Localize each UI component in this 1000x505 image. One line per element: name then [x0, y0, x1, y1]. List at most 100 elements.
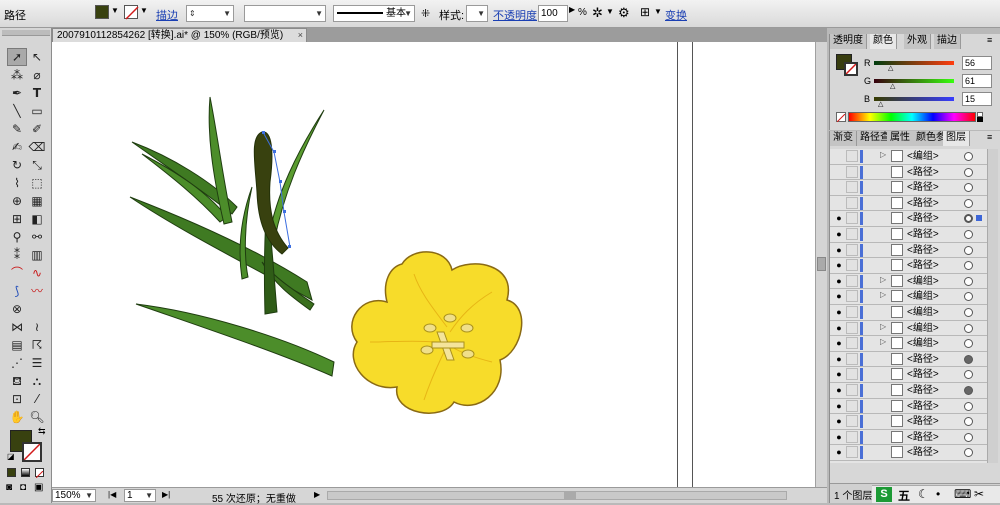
tab-attributes[interactable]: 属性 — [887, 131, 914, 146]
horizontal-scrollbar[interactable] — [327, 491, 787, 500]
layer-row[interactable]: <路径> — [830, 165, 998, 181]
layer-row[interactable]: ● ▷ <编组> — [830, 321, 998, 337]
black-swatch[interactable] — [977, 117, 983, 122]
layer-name[interactable]: <编组> — [907, 149, 939, 164]
target-circle-icon[interactable] — [964, 183, 973, 193]
layer-name[interactable]: <路径> — [907, 165, 939, 180]
punctuation-icon[interactable]: • — [936, 487, 940, 501]
close-icon[interactable]: × — [298, 29, 303, 42]
blend-tool-icon[interactable]: ⚯ — [27, 228, 47, 246]
fill-dropdown-arrow-icon[interactable]: ▼ — [111, 6, 119, 15]
layer-row[interactable]: ▷ <编组> — [830, 149, 998, 165]
visibility-eye-icon[interactable]: ● — [833, 244, 845, 256]
artboard-tool-icon[interactable]: ⊡ — [7, 390, 27, 408]
visibility-eye-icon[interactable]: ● — [833, 212, 845, 224]
visibility-eye-icon[interactable]: ● — [833, 306, 845, 318]
lock-toggle[interactable] — [846, 150, 858, 162]
layer-name[interactable]: <编组> — [907, 289, 939, 304]
recolor-artwork-icon[interactable]: ✲ — [592, 5, 603, 21]
free-transform-tool-icon[interactable]: ⬚ — [27, 174, 47, 192]
chevron-down-icon[interactable]: ▼ — [404, 6, 412, 21]
chevron-down-icon[interactable]: ▼ — [223, 6, 231, 21]
add-anchor-tool-icon[interactable]: ⌒ — [7, 264, 27, 282]
layer-row[interactable]: ● <路径> — [830, 383, 998, 399]
scallop-tool-icon[interactable]: ☈ — [27, 336, 47, 354]
tools-panel-grip[interactable] — [2, 30, 50, 36]
target-circle-icon[interactable] — [964, 214, 973, 224]
layer-row[interactable]: <路径> — [830, 196, 998, 212]
green-gradient-track[interactable] — [874, 79, 954, 83]
layer-name[interactable]: <路径> — [907, 352, 939, 367]
gear-icon[interactable]: ⚙ — [618, 5, 630, 21]
layer-row[interactable]: ● <路径> — [830, 211, 998, 227]
layer-name[interactable]: <路径> — [907, 243, 939, 258]
lock-toggle[interactable] — [846, 430, 858, 443]
selection-indicator[interactable] — [976, 215, 982, 222]
layer-row[interactable]: ● ▷ <编组> — [830, 336, 998, 352]
vertical-scrollbar[interactable] — [815, 42, 827, 487]
visibility-eye-icon[interactable]: ● — [833, 368, 845, 380]
layer-name[interactable]: <路径> — [907, 211, 939, 226]
layer-name[interactable]: <路径> — [907, 367, 939, 382]
line-tool-icon[interactable]: ╲ — [7, 102, 27, 120]
layer-name[interactable]: <编组> — [907, 274, 939, 289]
lock-toggle[interactable] — [846, 399, 858, 412]
target-circle-icon[interactable] — [964, 323, 973, 333]
visibility-eye-icon[interactable] — [833, 181, 845, 193]
pen-tool-icon[interactable]: ✒ — [7, 84, 27, 102]
layer-row[interactable]: ● <路径> — [830, 258, 998, 274]
scroll-thumb[interactable] — [564, 492, 576, 499]
shape-builder-tool-icon[interactable]: ⊕ — [7, 192, 27, 210]
mesh-tool-icon[interactable]: ⊞ — [7, 210, 27, 228]
anchor-point[interactable] — [262, 131, 265, 134]
blue-channel-slider[interactable]: B △ 15 — [864, 92, 998, 108]
layer-name[interactable]: <路径> — [907, 180, 939, 195]
stroke-dropdown-arrow-icon[interactable]: ▼ — [140, 6, 148, 15]
gradient-mode-icon[interactable] — [21, 468, 30, 477]
lock-toggle[interactable] — [846, 228, 858, 240]
lock-toggle[interactable] — [846, 306, 858, 318]
chevron-down-icon[interactable]: ▼ — [85, 490, 93, 501]
target-circle-icon[interactable] — [964, 432, 973, 442]
target-circle-icon[interactable] — [964, 308, 973, 317]
hand-tool-icon[interactable]: ✋ — [7, 408, 27, 426]
layer-name[interactable]: <编组> — [907, 305, 939, 320]
visibility-eye-icon[interactable]: ● — [833, 415, 845, 427]
expand-triangle-icon[interactable]: ▷ — [880, 150, 886, 159]
convert-anchor-tool-icon[interactable]: ∿ — [27, 264, 47, 282]
brush-definition-select[interactable]: 基本 ▼ — [333, 5, 415, 22]
green-channel-slider[interactable]: G △ 61 — [864, 74, 998, 90]
rotate-tool-icon[interactable]: ↻ — [7, 156, 27, 174]
transform-panel-link[interactable]: 变换 — [665, 7, 687, 23]
tab-appearance[interactable]: 外观 — [904, 34, 931, 49]
visibility-eye-icon[interactable]: ● — [833, 228, 845, 240]
magic-wand-tool-icon[interactable]: ⁂ — [7, 66, 27, 84]
layer-row[interactable]: ● <路径> — [830, 445, 998, 461]
wrinkle-tool-icon[interactable]: ≀ — [27, 318, 47, 336]
settings-wrench-icon[interactable]: ✂ — [974, 487, 984, 501]
document-tab[interactable]: 2007910112854262 [转换].ai* @ 150% (RGB/预览… — [52, 28, 307, 42]
target-circle-icon[interactable] — [964, 152, 973, 161]
scroll-thumb[interactable] — [817, 257, 826, 271]
crystallize-tool-icon[interactable]: ▤ — [7, 336, 27, 354]
pencil-tool-icon[interactable]: ✐ — [27, 120, 47, 138]
visibility-eye-icon[interactable]: ● — [833, 431, 845, 443]
lock-toggle[interactable] — [846, 368, 858, 381]
tab-stroke[interactable]: 描边 — [934, 34, 961, 49]
artboard-canvas[interactable] — [52, 42, 827, 487]
zoom-level-select[interactable]: 150% ▼ — [52, 489, 96, 502]
target-circle-icon[interactable] — [964, 230, 973, 239]
layer-name[interactable]: <路径> — [907, 399, 939, 414]
anchor-point[interactable] — [283, 210, 286, 213]
layer-row[interactable]: ● <路径> — [830, 414, 998, 430]
target-circle-icon[interactable] — [964, 339, 973, 349]
chevron-down-icon[interactable]: ▼ — [654, 7, 662, 16]
layer-name[interactable]: <编组> — [907, 321, 939, 336]
layer-name[interactable]: <路径> — [907, 414, 939, 429]
lock-toggle[interactable] — [846, 384, 858, 396]
draw-normal-icon[interactable]: ◙ — [6, 482, 12, 493]
stroke-weight-field[interactable]: ⇕ ▼ — [186, 5, 234, 22]
visibility-eye-icon[interactable] — [833, 166, 845, 178]
stroke-color-box[interactable] — [844, 62, 858, 76]
yellow-flower[interactable] — [351, 251, 523, 414]
